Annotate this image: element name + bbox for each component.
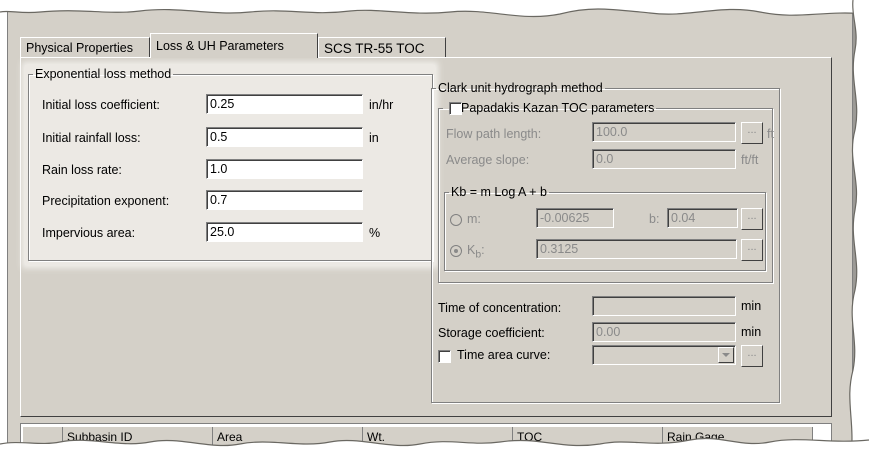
tab-scs-tr55-toc[interactable]: SCS TR-55 TOC: [318, 37, 446, 57]
storage-coefficient-unit: min: [741, 325, 762, 339]
time-area-curve-checkbox[interactable]: [438, 350, 451, 363]
m-label: m:: [467, 212, 481, 226]
average-slope-field[interactable]: [592, 149, 736, 169]
rain-loss-rate-label: Rain loss rate:: [42, 163, 122, 177]
torn-edge-right: [849, 0, 869, 458]
subbasin-dialog: Physical Properties Loss & UH Parameters…: [7, 4, 853, 453]
time-area-curve-button[interactable]: ...: [741, 345, 763, 367]
initial-rainfall-loss-unit: in: [369, 131, 379, 145]
torn-edge-top: [0, 0, 869, 18]
dropdown-arrow-icon[interactable]: [718, 347, 734, 363]
papadakis-checkbox[interactable]: [449, 102, 462, 115]
initial-loss-coefficient-unit: in/hr: [369, 98, 394, 112]
clark-uh-legend: Clark unit hydrograph method: [438, 81, 603, 95]
kb-button-1[interactable]: ...: [741, 208, 763, 230]
precipitation-exponent-field[interactable]: [206, 190, 363, 210]
time-area-curve-select[interactable]: [592, 345, 736, 365]
average-slope-unit: ft/ft: [741, 153, 759, 167]
kb-legend: Kb = m Log A + b: [451, 185, 547, 199]
initial-rainfall-loss-label: Initial rainfall loss:: [42, 131, 141, 145]
time-of-concentration-label: Time of concentration:: [438, 301, 562, 315]
impervious-area-unit: %: [369, 226, 381, 240]
m-field[interactable]: [536, 208, 614, 228]
m-radio[interactable]: [450, 214, 462, 226]
time-of-concentration-unit: min: [741, 299, 762, 313]
kb-button-2[interactable]: ...: [741, 239, 763, 261]
storage-coefficient-field[interactable]: [592, 322, 736, 342]
papadakis-legend: Papadakis Kazan TOC parameters: [461, 101, 655, 115]
impervious-area-field[interactable]: [206, 222, 363, 242]
initial-loss-coefficient-label: Initial loss coefficient:: [42, 98, 160, 112]
b-label: b:: [649, 212, 660, 226]
exponential-loss-legend: Exponential loss method: [35, 67, 172, 81]
flow-path-length-label: Flow path length:: [446, 127, 542, 141]
b-field[interactable]: [667, 208, 738, 228]
storage-coefficient-label: Storage coefficient:: [438, 326, 545, 340]
tab-loss-uh-parameters[interactable]: Loss & UH Parameters: [150, 33, 318, 58]
initial-rainfall-loss-field[interactable]: [206, 127, 363, 147]
screenshot-page: Physical Properties Loss & UH Parameters…: [0, 0, 869, 458]
tab-physical-properties[interactable]: Physical Properties: [20, 37, 150, 57]
rain-loss-rate-field[interactable]: [206, 159, 363, 179]
precipitation-exponent-label: Precipitation exponent:: [42, 194, 170, 208]
average-slope-label: Average slope:: [446, 153, 530, 167]
flow-path-length-button[interactable]: ...: [741, 122, 763, 144]
kb-label: Kb:: [467, 243, 485, 261]
initial-loss-coefficient-field[interactable]: [206, 94, 363, 114]
flow-path-length-unit: ft: [767, 127, 774, 141]
kb-field[interactable]: [536, 239, 737, 259]
kb-radio[interactable]: [450, 245, 462, 257]
torn-edge-bottom: [0, 437, 869, 458]
time-area-curve-label: Time area curve:: [457, 348, 551, 362]
flow-path-length-field[interactable]: [592, 122, 736, 142]
time-of-concentration-field[interactable]: [592, 296, 736, 316]
kb-label-colon: :: [481, 243, 485, 257]
impervious-area-label: Impervious area:: [42, 226, 136, 240]
